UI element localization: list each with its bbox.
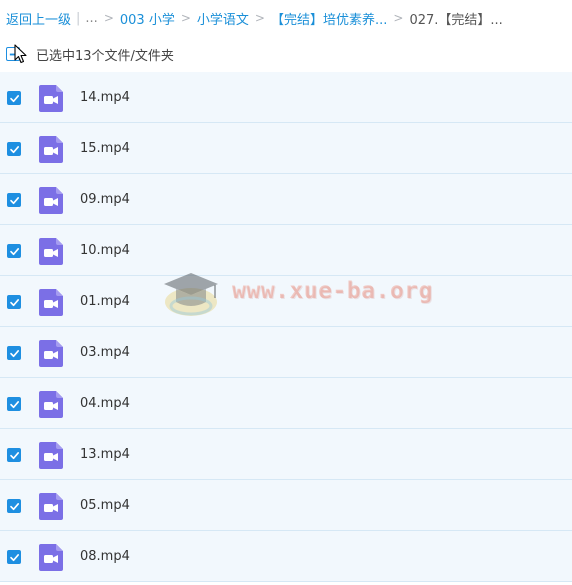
check-icon [9, 349, 19, 357]
file-name[interactable]: 05.mp4 [80, 480, 130, 531]
file-name[interactable]: 09.mp4 [80, 174, 130, 225]
file-checkbox[interactable] [7, 550, 21, 564]
mouse-cursor-icon [14, 44, 27, 64]
file-row[interactable]: 10.mp4 [0, 225, 572, 276]
check-icon [9, 145, 19, 153]
file-list: 14.mp4 15.mp4 09.mp4 10.mp4 01.mp4 03.mp4 04.m… [0, 72, 572, 582]
file-checkbox[interactable] [7, 91, 21, 105]
file-name[interactable]: 01.mp4 [80, 276, 130, 327]
file-name[interactable]: 14.mp4 [80, 72, 130, 123]
video-file-icon [39, 493, 63, 520]
video-file-icon [39, 85, 63, 112]
file-row[interactable]: 15.mp4 [0, 123, 572, 174]
file-name[interactable]: 13.mp4 [80, 429, 130, 480]
file-checkbox[interactable] [7, 142, 21, 156]
check-icon [9, 553, 19, 561]
file-row[interactable]: 01.mp4 [0, 276, 572, 327]
file-checkbox[interactable] [7, 244, 21, 258]
check-icon [9, 298, 19, 306]
check-icon [9, 196, 19, 204]
breadcrumb-item-2[interactable]: 小学语文 [197, 9, 249, 28]
file-checkbox[interactable] [7, 346, 21, 360]
breadcrumb-separator: > [180, 11, 191, 25]
file-row[interactable]: 14.mp4 [0, 72, 572, 123]
file-name[interactable]: 03.mp4 [80, 327, 130, 378]
file-name[interactable]: 04.mp4 [80, 378, 130, 429]
breadcrumb-current: 027.【完结】... [409, 12, 503, 28]
check-icon [9, 94, 19, 102]
file-row[interactable]: 08.mp4 [0, 531, 572, 582]
file-browser: 返回上一级 | ... > 003 小学 > 小学语文 > 【完结】培优素养..… [0, 0, 572, 585]
check-icon [9, 451, 19, 459]
breadcrumb-ellipsis[interactable]: ... [85, 11, 97, 26]
breadcrumb: 返回上一级 | ... > 003 小学 > 小学语文 > 【完结】培优素养..… [0, 0, 572, 36]
file-checkbox[interactable] [7, 193, 21, 207]
breadcrumb-item-1[interactable]: 003 小学 [120, 9, 175, 28]
file-name[interactable]: 10.mp4 [80, 225, 130, 276]
breadcrumb-separator: > [393, 11, 404, 25]
file-row[interactable]: 03.mp4 [0, 327, 572, 378]
file-row[interactable]: 05.mp4 [0, 480, 572, 531]
selection-count: 已选中13个文件/文件夹 [36, 48, 174, 64]
file-row[interactable]: 13.mp4 [0, 429, 572, 480]
file-name[interactable]: 08.mp4 [80, 531, 130, 582]
video-file-icon [39, 544, 63, 571]
file-row[interactable]: 09.mp4 [0, 174, 572, 225]
file-name[interactable]: 15.mp4 [80, 123, 130, 174]
video-file-icon [39, 187, 63, 214]
check-icon [9, 247, 19, 255]
breadcrumb-item-3[interactable]: 【完结】培优素养... [271, 9, 387, 28]
video-file-icon [39, 136, 63, 163]
video-file-icon [39, 442, 63, 469]
video-file-icon [39, 238, 63, 265]
back-link[interactable]: 返回上一级 [6, 9, 71, 28]
video-file-icon [39, 289, 63, 316]
video-file-icon [39, 391, 63, 418]
check-icon [9, 400, 19, 408]
file-row[interactable]: 04.mp4 [0, 378, 572, 429]
file-checkbox[interactable] [7, 499, 21, 513]
video-file-icon [39, 340, 63, 367]
file-checkbox[interactable] [7, 448, 21, 462]
selection-bar: 已选中13个文件/文件夹 [0, 36, 572, 72]
breadcrumb-divider: | [76, 10, 81, 26]
breadcrumb-separator: > [103, 11, 114, 25]
file-checkbox[interactable] [7, 397, 21, 411]
breadcrumb-separator: > [254, 11, 265, 25]
file-checkbox[interactable] [7, 295, 21, 309]
check-icon [9, 502, 19, 510]
